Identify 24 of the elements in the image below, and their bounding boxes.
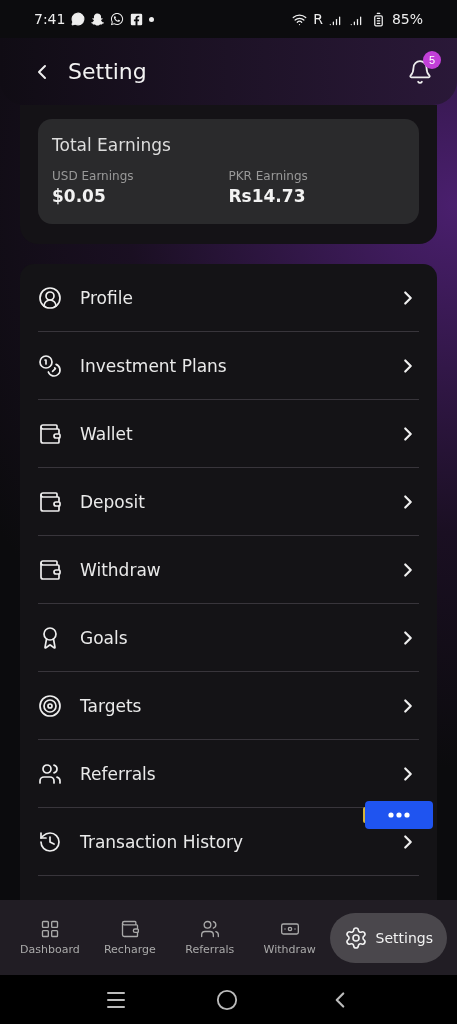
notification-count: 5 bbox=[423, 50, 441, 69]
menu-item[interactable]: Withdraw bbox=[80, 559, 161, 580]
earnings-amount: $0.05 bbox=[52, 186, 107, 206]
menu-item[interactable]: Goals bbox=[80, 627, 128, 648]
earnings-label: PKR Earnings bbox=[228, 169, 309, 183]
nav-tab[interactable]: Settings bbox=[329, 912, 447, 963]
menu-item[interactable]: Profile bbox=[80, 287, 133, 308]
earnings-amount: Rs14.73 bbox=[228, 186, 307, 206]
menu-item[interactable]: Referrals bbox=[80, 763, 156, 784]
nav-tab[interactable]: Withdraw bbox=[249, 915, 330, 960]
nav-tab[interactable]: Referrals bbox=[169, 915, 250, 960]
nav-tab[interactable]: Recharge bbox=[89, 915, 170, 960]
card-title: Total Earnings bbox=[52, 135, 172, 155]
roaming-indicator: R bbox=[313, 11, 323, 27]
menu-item[interactable]: Transaction History bbox=[80, 831, 244, 852]
page-title: Setting bbox=[68, 59, 148, 84]
nav-tab[interactable]: Dashboard bbox=[10, 915, 90, 960]
menu-item[interactable]: Deposit bbox=[80, 491, 145, 512]
earnings-label: USD Earnings bbox=[52, 169, 135, 183]
menu-item[interactable]: Targets bbox=[80, 695, 142, 716]
clock: 7:41 bbox=[34, 11, 66, 27]
menu-item[interactable]: Wallet bbox=[80, 423, 133, 444]
battery-percentage: 85% bbox=[391, 11, 423, 27]
menu-item[interactable]: Investment Plans bbox=[80, 355, 227, 376]
